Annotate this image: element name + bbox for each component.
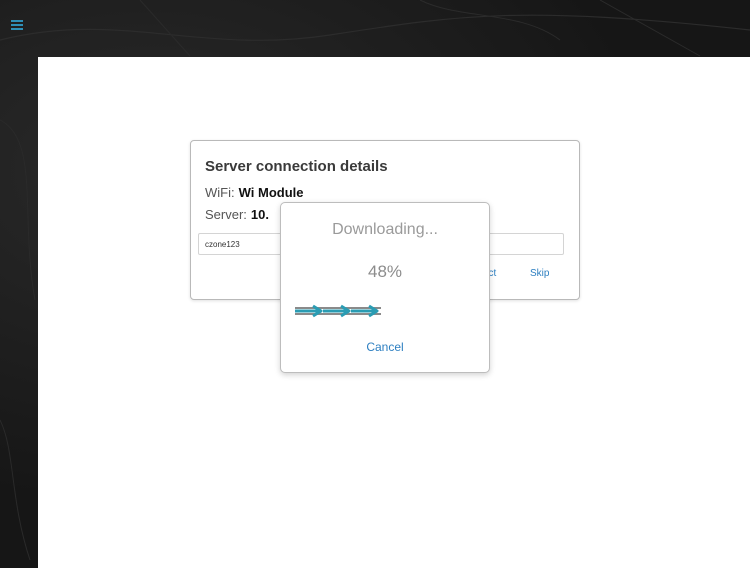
wifi-value: Wi Module (238, 185, 304, 200)
wifi-label: WiFi: (205, 185, 235, 200)
download-progress-dialog: Downloading... 48% Cancel (280, 202, 490, 373)
dialog-title: Server connection details (205, 158, 388, 175)
server-value: 10. (250, 207, 269, 222)
download-title: Downloading... (332, 221, 438, 238)
wifi-row: WiFi: Wi Module (205, 185, 303, 200)
hamburger-menu-icon[interactable] (11, 20, 23, 32)
cancel-button[interactable]: Cancel (281, 340, 489, 354)
download-percent: 48% (367, 262, 403, 281)
server-label: Server: (205, 207, 247, 222)
download-progress-bar (295, 304, 381, 318)
skip-button[interactable]: Skip (530, 268, 549, 279)
server-row: Server: 10. (205, 207, 269, 222)
